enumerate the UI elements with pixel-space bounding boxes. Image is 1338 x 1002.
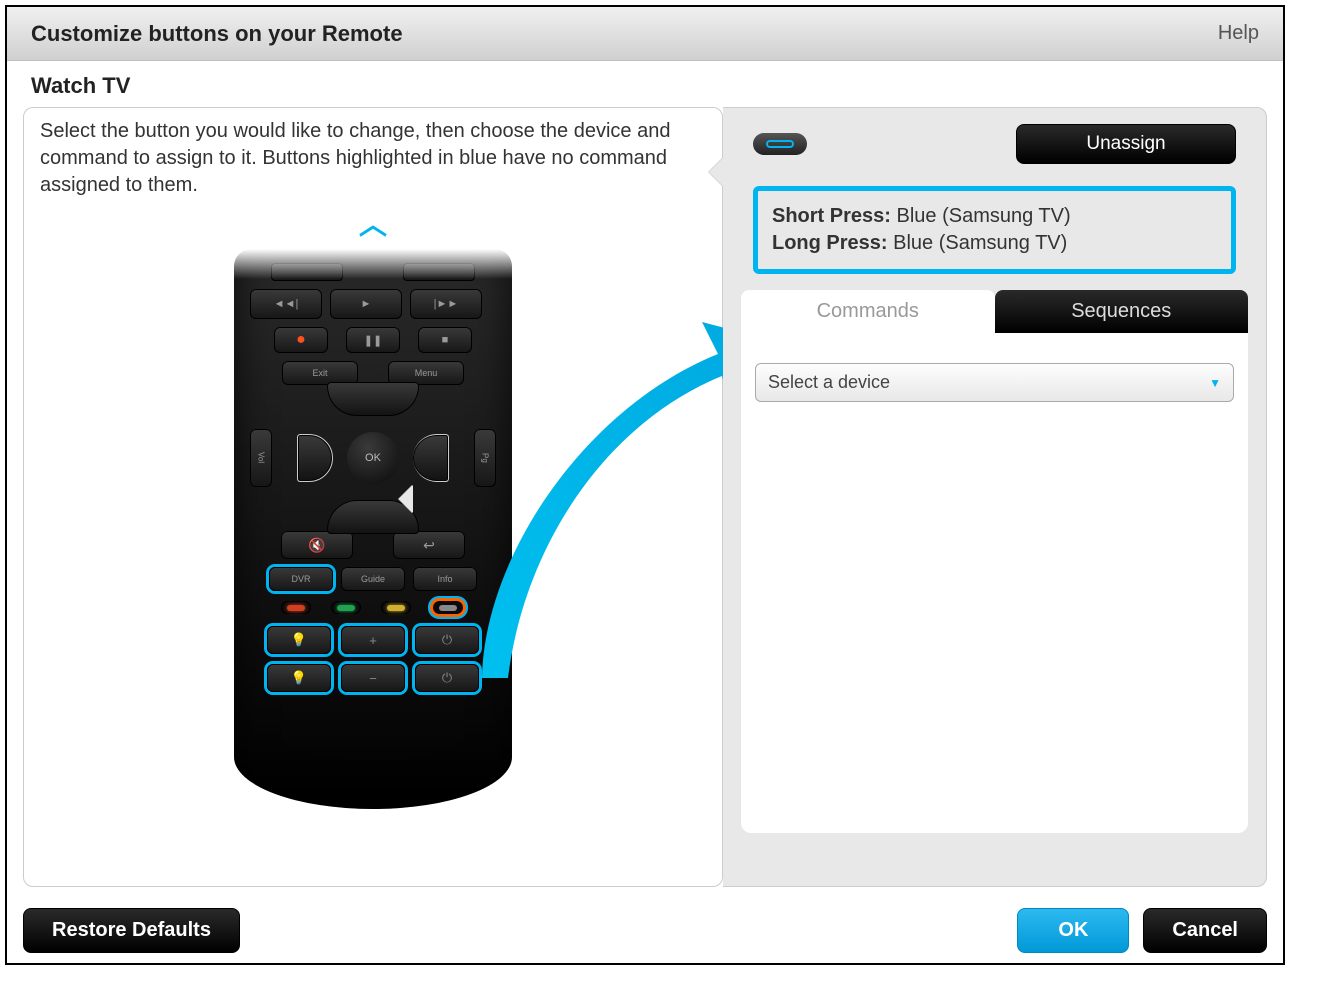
dropdown-triangle-icon: ▼ <box>1209 376 1221 390</box>
short-press-line: Short Press: Blue (Samsung TV) <box>772 205 1217 228</box>
dpad-left-button[interactable] <box>297 434 333 482</box>
volume-rocker[interactable]: Vol <box>250 429 272 487</box>
guide-button[interactable]: Guide <box>341 567 405 591</box>
dvr-button[interactable]: DVR <box>269 567 333 591</box>
content: Select the button you would like to chan… <box>7 107 1283 887</box>
tab-body: Select a device ▼ <box>741 333 1248 833</box>
window-title: Customize buttons on your Remote <box>31 21 403 47</box>
plus-button[interactable]: + <box>341 626 405 654</box>
right-panel: Unassign Short Press: Blue (Samsung TV) … <box>723 107 1267 887</box>
remote-wrap: ◄◄| ► |►► ● ❚❚ ■ Exit Menu Vol <box>24 249 722 829</box>
remote-color-row <box>250 599 496 616</box>
tab-commands[interactable]: Commands <box>741 290 995 333</box>
pause-button[interactable]: ❚❚ <box>346 327 400 353</box>
unassign-button[interactable]: Unassign <box>1016 124 1236 164</box>
bulb-on-button[interactable]: 💡 <box>267 626 331 654</box>
rewind-button[interactable]: ◄◄| <box>250 289 322 319</box>
remote: ◄◄| ► |►► ● ❚❚ ■ Exit Menu Vol <box>234 249 512 809</box>
ok-button-footer[interactable]: OK <box>1017 908 1129 953</box>
footer: Restore Defaults OK Cancel <box>23 908 1267 953</box>
dpad-right-button[interactable] <box>413 434 449 482</box>
blue-button-highlight <box>431 599 465 616</box>
selected-button-icon <box>753 133 807 155</box>
short-press-label: Short Press: <box>772 205 891 227</box>
help-link[interactable]: Help <box>1218 22 1259 45</box>
long-press-line: Long Press: Blue (Samsung TV) <box>772 232 1217 255</box>
footer-right: OK Cancel <box>1017 908 1267 953</box>
remote-transport2-row: ● ❚❚ ■ <box>250 327 496 353</box>
dpad-up-button[interactable] <box>327 382 419 416</box>
remote-mute-back-row: 🔇 ↩ <box>250 531 496 559</box>
short-press-value: Blue (Samsung TV) <box>897 205 1071 227</box>
left-panel: Select the button you would like to chan… <box>23 107 723 887</box>
window: Customize buttons on your Remote Help Wa… <box>5 5 1285 965</box>
remote-dvr-row: DVR Guide Info <box>250 567 496 591</box>
dpad: Vol OK Pg <box>250 393 496 523</box>
minus-button[interactable]: − <box>341 664 405 692</box>
yellow-button[interactable] <box>381 601 411 614</box>
stop-button[interactable]: ■ <box>418 327 472 353</box>
remote-transport-row: ◄◄| ► |►► <box>250 289 496 319</box>
titlebar: Customize buttons on your Remote Help <box>7 7 1283 61</box>
instructions-text: Select the button you would like to chan… <box>24 108 722 207</box>
forward-button[interactable]: |►► <box>410 289 482 319</box>
right-top: Unassign <box>723 108 1266 174</box>
dpad-diamond: OK <box>303 388 443 528</box>
subtitle: Watch TV <box>7 61 1283 107</box>
info-button[interactable]: Info <box>413 567 477 591</box>
record-button[interactable]: ● <box>274 327 328 353</box>
back-button[interactable]: ↩ <box>393 531 465 559</box>
device-select[interactable]: Select a device ▼ <box>755 363 1234 402</box>
green-button[interactable] <box>331 601 361 614</box>
restore-defaults-button[interactable]: Restore Defaults <box>23 908 240 953</box>
blue-button[interactable] <box>433 601 463 614</box>
socket-off-button[interactable]: ⏻ <box>415 664 479 692</box>
tabs: Commands Sequences <box>741 290 1248 333</box>
play-button[interactable]: ► <box>330 289 402 319</box>
ok-button[interactable]: OK <box>347 432 399 484</box>
remote-fade <box>24 249 722 279</box>
red-button[interactable] <box>281 601 311 614</box>
press-assignments-box: Short Press: Blue (Samsung TV) Long Pres… <box>753 186 1236 274</box>
long-press-value: Blue (Samsung TV) <box>893 232 1067 254</box>
bulb-off-button[interactable]: 💡 <box>267 664 331 692</box>
socket-on-button[interactable]: ⏻ <box>415 626 479 654</box>
device-select-label: Select a device <box>768 372 890 393</box>
tab-sequences[interactable]: Sequences <box>995 290 1249 333</box>
page-rocker[interactable]: Pg <box>474 429 496 487</box>
cancel-button[interactable]: Cancel <box>1143 908 1267 953</box>
remote-bottom-grid: 💡 + ⏻ 💡 − ⏻ <box>250 626 496 692</box>
chevron-up-icon[interactable]: ︿ <box>24 203 722 243</box>
mute-button[interactable]: 🔇 <box>281 531 353 559</box>
long-press-label: Long Press: <box>772 232 888 254</box>
